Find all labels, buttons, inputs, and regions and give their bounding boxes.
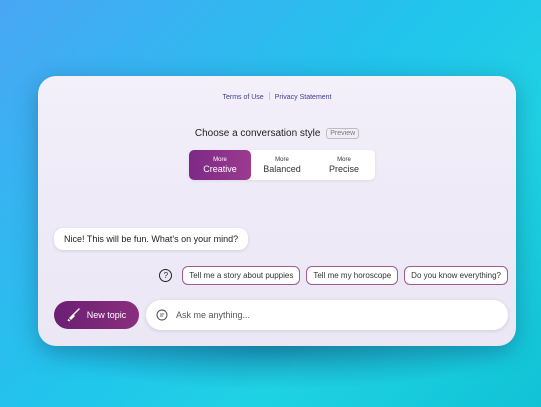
ask-input-box[interactable] — [146, 300, 508, 330]
broom-icon — [67, 308, 80, 322]
style-precise-label: Precise — [328, 163, 359, 174]
preview-badge: Preview — [326, 128, 360, 139]
terms-link[interactable]: Terms of Use — [222, 94, 263, 101]
suggestion-row: ? Tell me a story about puppies Tell me … — [159, 266, 508, 285]
conversation-style-selector: More Creative More Balanced More Precise — [189, 150, 375, 180]
link-divider — [268, 92, 270, 100]
assistant-message: Nice! This will be fun. What's on your m… — [54, 228, 249, 250]
ask-input[interactable] — [174, 309, 478, 321]
style-balanced-label: Balanced — [263, 163, 301, 174]
chat-icon — [156, 309, 168, 321]
new-topic-button[interactable]: New topic — [54, 301, 139, 329]
new-topic-label: New topic — [86, 310, 127, 320]
conversation-style-heading: Choose a conversation style Preview — [38, 128, 516, 139]
conversation-style-title: Choose a conversation style — [194, 128, 321, 139]
suggestion-chip[interactable]: Do you know everything? — [404, 266, 508, 285]
footer-links: Terms of Use Privacy Statement — [38, 92, 516, 101]
chat-window: Terms of Use Privacy Statement Choose a c… — [38, 76, 516, 346]
style-creative-button[interactable]: More Creative — [189, 150, 251, 180]
suggestion-chip[interactable]: Tell me my horoscope — [306, 266, 399, 285]
style-creative-prefix: More — [213, 156, 227, 163]
question-circle-icon[interactable]: ? — [159, 269, 173, 282]
style-creative-label: Creative — [203, 163, 237, 174]
style-balanced-button[interactable]: More Balanced — [251, 150, 313, 180]
privacy-link[interactable]: Privacy Statement — [275, 94, 332, 101]
style-balanced-prefix: More — [275, 156, 289, 163]
style-precise-button[interactable]: More Precise — [313, 150, 375, 180]
suggestion-chip[interactable]: Tell me a story about puppies — [182, 266, 301, 285]
style-precise-prefix: More — [337, 156, 351, 163]
